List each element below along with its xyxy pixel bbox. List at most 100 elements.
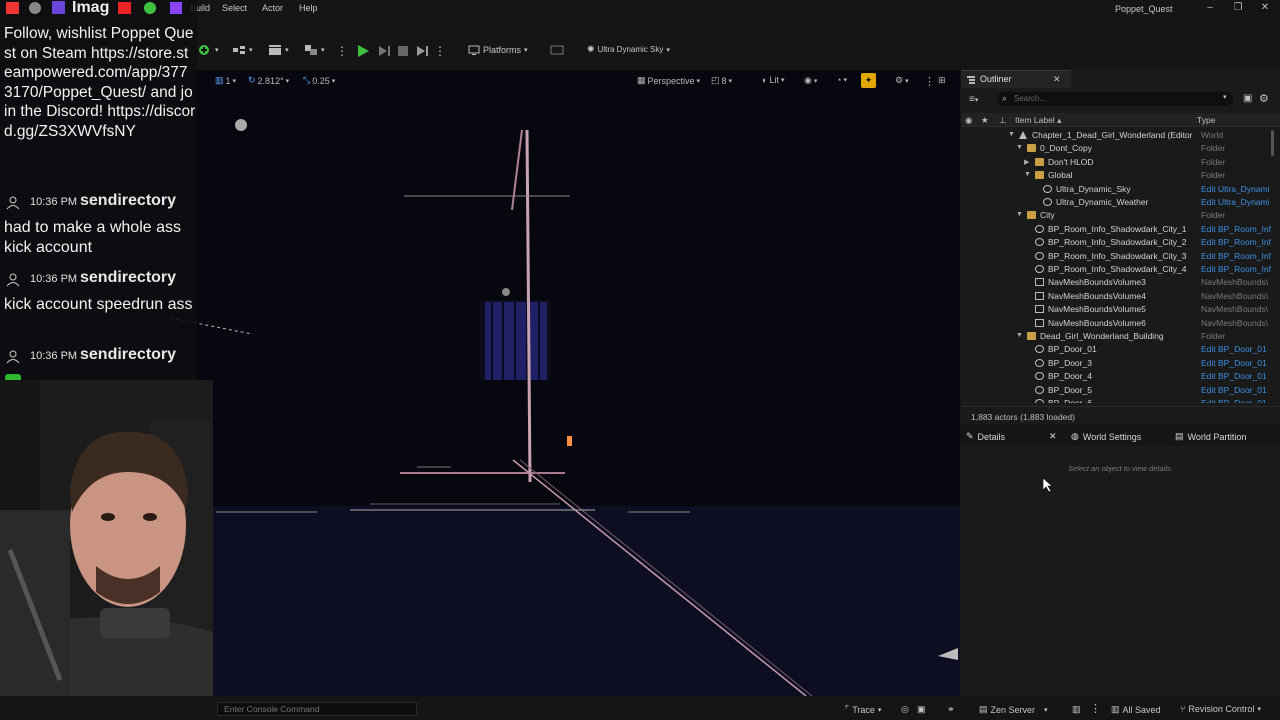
menu-actor[interactable]: Actor [262,3,283,13]
tab-world-settings[interactable]: ◍ World Settings [1071,431,1141,442]
blueprint-button[interactable]: ▾ [232,44,253,56]
record-icon[interactable]: ◎ [901,704,909,715]
filter-icon[interactable]: ≡▾ [969,94,978,105]
add-actor-button[interactable]: ▾ [198,44,219,56]
outliner-row[interactable]: BP_Room_Info_Shadowdark_City_3 Edit BP_Ro… [961,250,1271,263]
collapse-arrow-icon[interactable]: ▼ [1016,144,1023,151]
edit-blueprint-link[interactable]: Edit Ultra_Dynami [1201,184,1271,194]
expand-arrow-icon[interactable]: ▶ [1024,158,1029,166]
screenshot-icon[interactable]: ▣ [917,704,926,715]
viewport-settings-button[interactable]: ⚙ ▾ [895,75,909,86]
outliner-row[interactable]: ▼ Chapter_1_Dead_Girl_Wonderland (Editor W… [961,129,1271,142]
close-details-tab-icon[interactable]: ✕ [1049,431,1057,442]
grid-snap-button[interactable]: ▥ 1 ▾ [215,75,236,86]
outliner-scrollbar[interactable] [1271,130,1274,156]
outliner-row[interactable]: BP_Door_6 Edit BP_Door_01 [961,397,1271,403]
tab-world-partition[interactable]: ▤ World Partition [1175,431,1246,442]
outliner-row[interactable]: ▼ 0_Dont_Copy Folder [961,142,1271,155]
outliner-row[interactable]: BP_Room_Info_Shadowdark_City_2 Edit BP_Ro… [961,236,1271,249]
outliner-row[interactable]: BP_Door_5 Edit BP_Door_01 [961,384,1271,397]
add-folder-icon[interactable]: ▣ [1243,93,1252,104]
chat-username[interactable]: sendirectory [80,346,176,364]
edit-blueprint-link[interactable]: Edit BP_Door_01 [1201,371,1271,381]
scale-snap-button[interactable]: ⤡ 0.25 ▾ [303,75,335,86]
search-placeholder: Search... [1014,94,1047,103]
edit-blueprint-link[interactable]: Edit BP_Room_Inf [1201,224,1271,234]
outliner-row[interactable]: Ultra_Dynamic_Sky Edit Ultra_Dynami [961,183,1271,196]
edit-blueprint-link[interactable]: Edit BP_Room_Inf [1201,251,1271,261]
revision-control-button[interactable]: ⑂ Revision Control ▾ [1180,704,1261,714]
trace-button[interactable]: ⌜ Trace ▾ [845,704,881,715]
outliner-row[interactable]: NavMeshBoundsVolume4 NavMeshBounds\ [961,290,1271,303]
performance-button[interactable]: ◔ ▾ [836,75,847,85]
derived-data-icon[interactable]: ▥ [1072,704,1081,715]
edit-blueprint-link[interactable]: Edit BP_Door_01 [1201,358,1271,368]
zen-server-button[interactable]: ▤ Zen Server ▾ [979,704,1048,715]
menu-select[interactable]: Select [222,3,247,13]
more-options-icon[interactable]: ⋮ [336,44,348,58]
realtime-toggle-icon[interactable]: ✦ [861,73,876,88]
outliner-row[interactable]: BP_Room_Info_Shadowdark_City_1 Edit BP_Ro… [961,223,1271,236]
launch-button[interactable] [415,44,429,58]
status-options-icon[interactable]: ⋮ [1090,702,1101,715]
type-column[interactable]: Type [1197,115,1215,125]
modes-button[interactable]: ▾ [304,44,325,56]
pin-column-icon[interactable]: ⊥ [999,115,1006,126]
tab-outliner[interactable]: Outliner ✕ [961,70,1071,88]
close-window-icon[interactable]: ✕ [1258,2,1272,13]
outliner-row[interactable]: ▼ Global Folder [961,169,1271,182]
camera-speed-button[interactable]: ◰ 8 ▾ [711,75,732,86]
collapse-arrow-icon[interactable]: ▼ [1016,332,1023,339]
show-flags-button[interactable]: ◉ ▾ [804,75,817,86]
edit-blueprint-link[interactable]: Edit BP_Door_01 [1201,385,1271,395]
perspective-button[interactable]: ▦ Perspective ▾ [637,75,700,86]
step-button[interactable] [377,44,391,58]
edit-blueprint-link[interactable]: Edit BP_Room_Inf [1201,237,1271,247]
console-input[interactable] [218,703,414,715]
save-status-button[interactable]: ▥ All Saved [1111,704,1161,715]
search-dropdown-icon[interactable]: ▾ [1223,93,1227,101]
outliner-row[interactable]: ▼ City Folder [961,209,1271,222]
collapse-arrow-icon[interactable]: ▼ [1008,131,1015,138]
insights-icon[interactable]: ⚭ [947,704,955,715]
tab-details[interactable]: ✎ Details [966,431,1005,442]
stop-button[interactable] [396,44,410,58]
outliner-row[interactable]: ▼ Dead_Girl_Wonderland_Building Folder [961,330,1271,343]
menu-help[interactable]: Help [299,3,318,13]
edit-blueprint-link[interactable]: Edit BP_Door_01 [1201,398,1271,403]
minimize-icon[interactable]: – [1203,2,1217,13]
outliner-row[interactable]: NavMeshBoundsVolume5 NavMeshBounds\ [961,303,1271,316]
collapse-arrow-icon[interactable]: ▼ [1024,171,1031,178]
outliner-search-field[interactable]: ⌕ Search... ▾ [997,92,1233,106]
chat-username[interactable]: sendirectory [80,192,176,210]
outliner-row[interactable]: Ultra_Dynamic_Weather Edit Ultra_Dynami [961,196,1271,209]
outliner-row[interactable]: BP_Door_3 Edit BP_Door_01 [961,357,1271,370]
visibility-column-icon[interactable]: ◉ [965,115,972,126]
item-label-column[interactable]: Item Label ▴ [1015,115,1061,126]
outliner-settings-icon[interactable]: ⚙ [1259,92,1269,105]
outliner-row[interactable]: NavMeshBoundsVolume6 NavMeshBounds\ [961,317,1271,330]
outliner-row[interactable]: ▶ Don't HLOD Folder [961,156,1271,169]
cinematics-button[interactable]: ▾ [268,44,289,56]
outliner-row[interactable]: BP_Room_Info_Shadowdark_City_4 Edit BP_Ro… [961,263,1271,276]
rotation-snap-button[interactable]: ↻ 2.812° ▾ [248,75,289,86]
outliner-row[interactable]: BP_Door_01 Edit BP_Door_01 [961,343,1271,356]
viewport-options-icon[interactable]: ⋮ [924,75,935,88]
play-options-icon[interactable]: ⋮ [434,44,446,58]
close-tab-icon[interactable]: ✕ [1053,74,1061,85]
favorite-column-icon[interactable]: ★ [981,115,989,126]
source-control-icon[interactable] [550,44,564,56]
platforms-button[interactable]: Platforms ▾ [468,44,528,56]
outliner-row[interactable]: NavMeshBoundsVolume3 NavMeshBounds\ [961,276,1271,289]
edit-blueprint-link[interactable]: Edit BP_Room_Inf [1201,264,1271,274]
collapse-arrow-icon[interactable]: ▼ [1016,211,1023,218]
edit-blueprint-link[interactable]: Edit BP_Door_01 [1201,344,1271,354]
edit-blueprint-link[interactable]: Edit Ultra_Dynami [1201,197,1271,207]
layout-icon[interactable]: ⊞ [938,75,946,86]
outliner-row[interactable]: BP_Door_4 Edit BP_Door_01 [961,370,1271,383]
chat-username[interactable]: sendirectory [80,269,176,287]
maximize-icon[interactable]: ❐ [1231,2,1245,13]
view-mode-button[interactable]: ◐ Lit ▾ [762,75,784,85]
play-button[interactable] [356,44,370,58]
sky-button[interactable]: ✺ Ultra Dynamic Sky ▾ [587,44,670,55]
